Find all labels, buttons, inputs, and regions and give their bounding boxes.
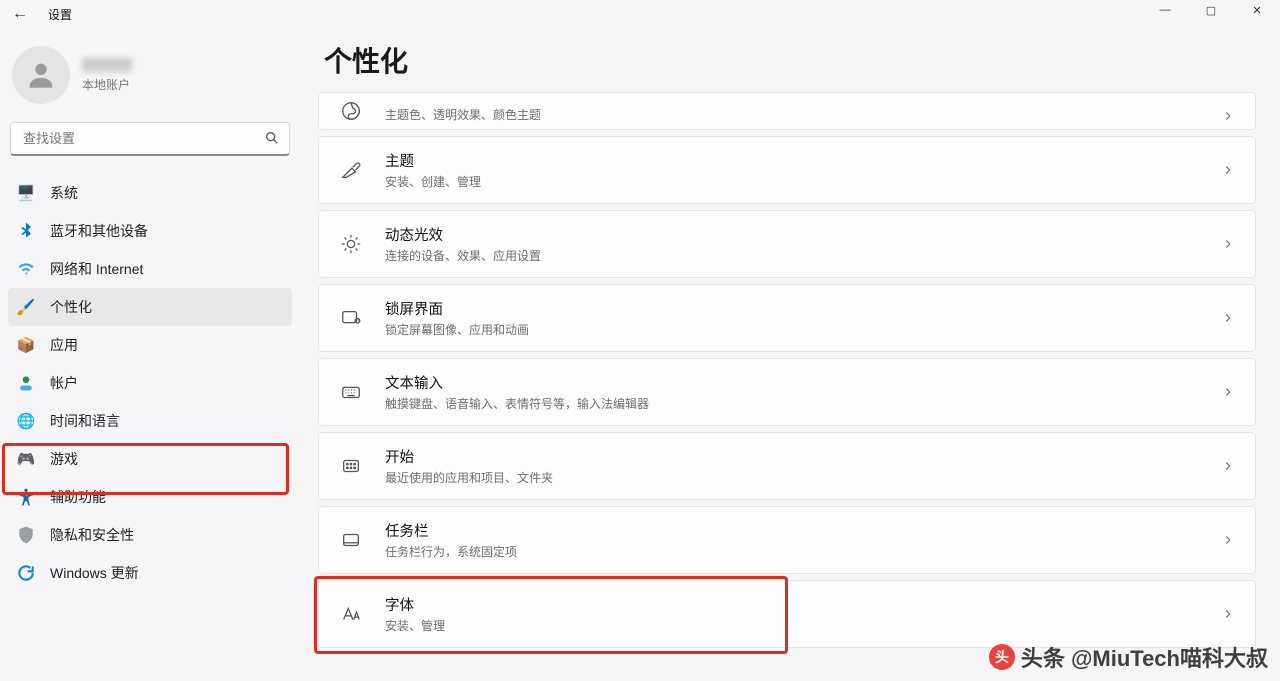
card-title: 文本输入 [385, 372, 1221, 393]
setting-card-lock-screen[interactable]: 锁屏界面 锁定屏幕图像、应用和动画 [318, 284, 1256, 352]
sidebar-item-system[interactable]: 🖥️ 系统 [8, 174, 292, 212]
back-button[interactable]: ← [10, 4, 30, 24]
card-title: 开始 [385, 446, 1221, 467]
card-title: 字体 [385, 594, 1221, 615]
setting-card-start[interactable]: 开始 最近使用的应用和项目、文件夹 [318, 432, 1256, 500]
card-title: 动态光效 [385, 224, 1221, 245]
themes-icon [339, 158, 363, 182]
apps-icon: 📦 [16, 335, 36, 355]
user-type: 本地账户 [82, 76, 132, 93]
card-sub: 连接的设备、效果、应用设置 [385, 247, 1221, 264]
update-icon [16, 563, 36, 583]
card-sub: 最近使用的应用和项目、文件夹 [385, 469, 1221, 486]
minimize-button[interactable]: — [1142, 0, 1188, 20]
card-sub: 安装、管理 [385, 617, 1221, 634]
accessibility-icon [16, 487, 36, 507]
chevron-right-icon [1221, 385, 1235, 399]
sidebar-item-label: 蓝牙和其他设备 [50, 221, 148, 241]
sidebar: 本地账户 🖥️ 系统 蓝牙和其他设备 网络和 Internet 🖌️ [0, 28, 300, 681]
setting-card-taskbar[interactable]: 任务栏 任务栏行为，系统固定项 [318, 506, 1256, 574]
user-block[interactable]: 本地账户 [8, 38, 292, 122]
sidebar-item-accounts[interactable]: 帐户 [8, 364, 292, 402]
card-sub: 安装、创建、管理 [385, 173, 1221, 190]
app-title: 设置 [48, 6, 72, 23]
sidebar-item-privacy[interactable]: 隐私和安全性 [8, 516, 292, 554]
system-icon: 🖥️ [16, 183, 36, 203]
close-button[interactable]: ✕ [1234, 0, 1280, 20]
sidebar-item-time-language[interactable]: 🌐 时间和语言 [8, 402, 292, 440]
privacy-icon [16, 525, 36, 545]
personalization-icon: 🖌️ [16, 297, 36, 317]
colors-icon [339, 99, 363, 123]
setting-card-themes[interactable]: 主题 安装、创建、管理 [318, 136, 1256, 204]
maximize-button[interactable]: ▢ [1188, 0, 1234, 20]
time-language-icon: 🌐 [16, 411, 36, 431]
search-icon [264, 130, 280, 146]
sidebar-item-label: 辅助功能 [50, 487, 106, 507]
chevron-right-icon [1221, 311, 1235, 325]
sidebar-item-label: 系统 [50, 183, 78, 203]
sidebar-item-label: 游戏 [50, 449, 78, 469]
accounts-icon [16, 373, 36, 393]
sidebar-item-label: 个性化 [50, 297, 92, 317]
bluetooth-icon [16, 221, 36, 241]
keyboard-icon [339, 380, 363, 404]
fonts-icon [339, 602, 363, 626]
lighting-icon [339, 232, 363, 256]
sidebar-item-label: 帐户 [50, 373, 78, 393]
sidebar-item-personalization[interactable]: 🖌️ 个性化 [8, 288, 292, 326]
card-title: 任务栏 [385, 520, 1221, 541]
lock-screen-icon [339, 306, 363, 330]
sidebar-item-label: 隐私和安全性 [50, 525, 134, 545]
card-sub: 锁定屏幕图像、应用和动画 [385, 321, 1221, 338]
chevron-right-icon [1221, 109, 1235, 123]
card-title: 主题 [385, 150, 1221, 171]
card-sub: 触摸键盘、语音输入、表情符号等，输入法编辑器 [385, 395, 1221, 412]
avatar [12, 46, 70, 104]
sidebar-item-bluetooth[interactable]: 蓝牙和其他设备 [8, 212, 292, 250]
setting-card-colors[interactable]: 主题色、透明效果、颜色主题 [318, 92, 1256, 130]
sidebar-item-apps[interactable]: 📦 应用 [8, 326, 292, 364]
page-title: 个性化 [324, 40, 1256, 80]
sidebar-item-label: Windows 更新 [50, 563, 139, 583]
taskbar-icon [339, 528, 363, 552]
card-title: 锁屏界面 [385, 298, 1221, 319]
nav-list: 🖥️ 系统 蓝牙和其他设备 网络和 Internet 🖌️ 个性化 📦 应用 [8, 174, 292, 592]
sidebar-item-accessibility[interactable]: 辅助功能 [8, 478, 292, 516]
user-name [82, 58, 132, 72]
card-sub: 任务栏行为，系统固定项 [385, 543, 1221, 560]
watermark-text: 头条 @MiuTech喵科大叔 [1021, 641, 1268, 673]
sidebar-item-label: 时间和语言 [50, 411, 120, 431]
setting-card-dynamic-lighting[interactable]: 动态光效 连接的设备、效果、应用设置 [318, 210, 1256, 278]
sidebar-item-gaming[interactable]: 🎮 游戏 [8, 440, 292, 478]
back-arrow-icon: ← [12, 5, 28, 23]
watermark-icon: 头 [989, 644, 1015, 670]
sidebar-item-label: 网络和 Internet [50, 259, 143, 279]
sidebar-item-network[interactable]: 网络和 Internet [8, 250, 292, 288]
setting-card-fonts[interactable]: 字体 安装、管理 [318, 580, 1256, 648]
watermark: 头 头条 @MiuTech喵科大叔 [989, 641, 1268, 673]
start-icon [339, 454, 363, 478]
sidebar-item-windows-update[interactable]: Windows 更新 [8, 554, 292, 592]
search-input[interactable] [10, 122, 290, 156]
chevron-right-icon [1221, 533, 1235, 547]
main-content: 个性化 主题色、透明效果、颜色主题 主题 安装、创建、管理 动态光效 连接的设备… [300, 28, 1280, 681]
gaming-icon: 🎮 [16, 449, 36, 469]
chevron-right-icon [1221, 459, 1235, 473]
card-sub: 主题色、透明效果、颜色主题 [385, 106, 1221, 123]
chevron-right-icon [1221, 237, 1235, 251]
setting-card-text-input[interactable]: 文本输入 触摸键盘、语音输入、表情符号等，输入法编辑器 [318, 358, 1256, 426]
sidebar-item-label: 应用 [50, 335, 78, 355]
chevron-right-icon [1221, 607, 1235, 621]
chevron-right-icon [1221, 163, 1235, 177]
network-icon [16, 259, 36, 279]
